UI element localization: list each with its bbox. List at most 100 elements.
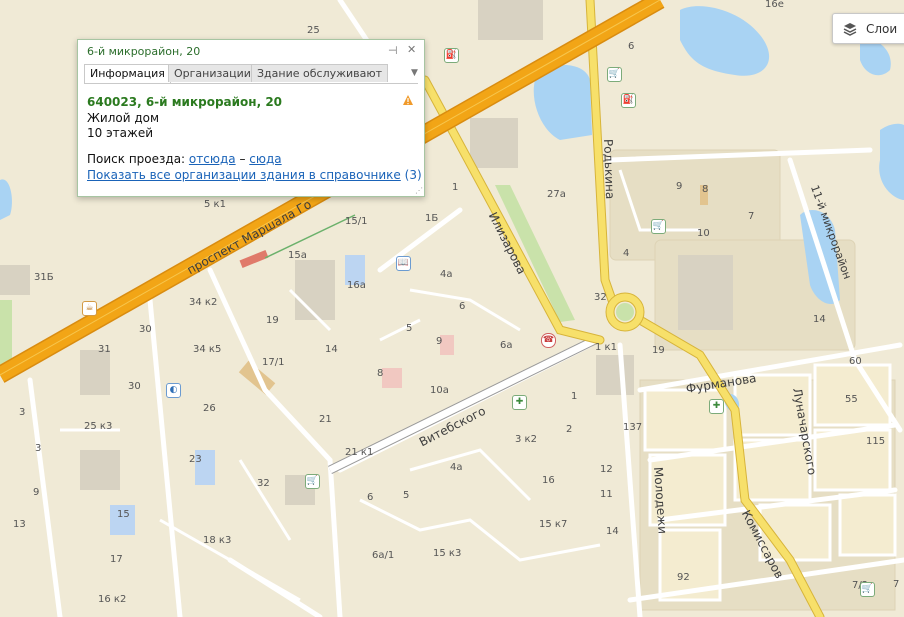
resize-grip-icon[interactable]: ⋰ bbox=[415, 186, 423, 195]
house-number[interactable]: 1 к1 bbox=[595, 343, 617, 353]
house-number[interactable]: 32 bbox=[594, 293, 607, 303]
close-icon[interactable]: ✕ bbox=[407, 43, 416, 56]
house-number[interactable]: 4а bbox=[440, 270, 453, 280]
house-number[interactable]: 14 bbox=[606, 527, 619, 537]
layers-button[interactable]: Слои bbox=[832, 13, 904, 44]
house-number[interactable]: 1 bbox=[571, 392, 577, 402]
shop-cart-icon[interactable]: 🛒 bbox=[305, 474, 320, 489]
cafe-icon[interactable]: ☕ bbox=[82, 301, 97, 316]
house-number[interactable]: 8 bbox=[377, 369, 383, 379]
pin-icon[interactable]: ⊣ bbox=[388, 44, 398, 57]
house-number[interactable]: 3 bbox=[19, 408, 25, 418]
route-to-link[interactable]: сюда bbox=[249, 152, 281, 166]
warning-icon[interactable] bbox=[403, 95, 413, 105]
house-number[interactable]: 6а/1 bbox=[372, 551, 394, 561]
layers-label: Слои bbox=[866, 22, 898, 36]
house-number[interactable]: 27а bbox=[547, 190, 566, 200]
house-number[interactable]: 30 bbox=[139, 325, 152, 335]
house-number[interactable]: 25 к3 bbox=[84, 422, 112, 432]
building-info-popup: 6-й микрорайон, 20 ⊣ ✕ Информация Органи… bbox=[77, 39, 425, 197]
house-number[interactable]: 3 к2 bbox=[515, 435, 537, 445]
house-number[interactable]: 16 bbox=[542, 476, 555, 486]
shop-cart-icon[interactable]: 🛒 bbox=[860, 582, 875, 597]
house-number[interactable]: 31 bbox=[98, 345, 111, 355]
house-number[interactable]: 115 bbox=[866, 437, 885, 447]
house-number[interactable]: 15/1 bbox=[345, 217, 367, 227]
route-from-link[interactable]: отсюда bbox=[189, 152, 236, 166]
house-number[interactable]: 3 bbox=[35, 444, 41, 454]
stroller-icon[interactable]: ◐ bbox=[166, 383, 181, 398]
house-number[interactable]: 6а bbox=[500, 341, 513, 351]
house-number[interactable]: 18 к3 bbox=[203, 536, 231, 546]
house-number[interactable]: 9 bbox=[33, 488, 39, 498]
shop-cart-icon[interactable]: 🛒 bbox=[651, 219, 666, 234]
house-number[interactable]: 5 к1 bbox=[204, 200, 226, 210]
house-number[interactable]: 15 к3 bbox=[433, 549, 461, 559]
house-number[interactable]: 5 bbox=[403, 491, 409, 501]
house-number[interactable]: 17 bbox=[110, 555, 123, 565]
house-number[interactable]: 30 bbox=[128, 382, 141, 392]
house-number[interactable]: 21 к1 bbox=[345, 448, 373, 458]
house-number[interactable]: 32 bbox=[257, 479, 270, 489]
house-number[interactable]: 6 bbox=[367, 493, 373, 503]
fuel-station-icon[interactable]: ⛽ bbox=[621, 93, 636, 108]
house-number[interactable]: 13 bbox=[13, 520, 26, 530]
route-dash: – bbox=[239, 152, 246, 166]
layers-icon bbox=[843, 23, 857, 36]
house-number[interactable]: 19 bbox=[652, 346, 665, 356]
house-number[interactable]: 7 bbox=[748, 212, 754, 222]
tab-divider bbox=[84, 83, 418, 84]
house-number[interactable]: 4а bbox=[450, 463, 463, 473]
house-number[interactable]: 16 к2 bbox=[98, 595, 126, 605]
house-number[interactable]: 9 bbox=[676, 182, 682, 192]
house-number[interactable]: 4 bbox=[623, 249, 629, 259]
house-number[interactable]: 60 bbox=[849, 357, 862, 367]
tab-building-services[interactable]: Здание обслуживают bbox=[251, 64, 389, 82]
house-number[interactable]: 7 bbox=[893, 580, 899, 590]
house-number[interactable]: 17/1 bbox=[262, 358, 284, 368]
house-number[interactable]: 25 bbox=[307, 26, 320, 36]
house-number[interactable]: 1 bbox=[452, 183, 458, 193]
house-number[interactable]: 5 bbox=[406, 324, 412, 334]
tab-organizations[interactable]: Организации bbox=[168, 64, 257, 82]
house-number[interactable]: 34 к2 bbox=[189, 298, 217, 308]
house-number[interactable]: 16а bbox=[347, 281, 366, 291]
house-number[interactable]: 14 bbox=[813, 315, 826, 325]
house-number[interactable]: 15 к7 bbox=[539, 520, 567, 530]
house-number[interactable]: 12 bbox=[600, 465, 613, 475]
house-number[interactable]: 34 к5 bbox=[193, 345, 221, 355]
house-number[interactable]: 9 bbox=[436, 337, 442, 347]
house-number[interactable]: 10 bbox=[697, 229, 710, 239]
house-number[interactable]: 16е bbox=[765, 0, 784, 10]
route-search: Поиск проезда: отсюда – сюда bbox=[87, 152, 282, 166]
house-number[interactable]: 8 bbox=[702, 185, 708, 195]
tabs-scroll-icon[interactable]: ▼ bbox=[411, 68, 418, 78]
house-number[interactable]: 14 bbox=[325, 345, 338, 355]
house-number[interactable]: 15а bbox=[288, 251, 307, 261]
house-number[interactable]: 11 bbox=[600, 490, 613, 500]
house-number[interactable]: 55 bbox=[845, 395, 858, 405]
house-number[interactable]: 26 bbox=[203, 404, 216, 414]
house-number[interactable]: 19 bbox=[266, 316, 279, 326]
house-number[interactable]: 137 bbox=[623, 423, 642, 433]
house-number[interactable]: 2 bbox=[566, 425, 572, 435]
pharmacy-icon[interactable]: ✚ bbox=[512, 395, 527, 410]
house-number[interactable]: 23 bbox=[189, 455, 202, 465]
house-number[interactable]: 92 bbox=[677, 573, 690, 583]
house-number[interactable]: 6 bbox=[459, 302, 465, 312]
house-number[interactable]: 6 bbox=[628, 42, 634, 52]
shop-cart-icon[interactable]: 🛒 bbox=[607, 67, 622, 82]
house-number[interactable]: 31Б bbox=[34, 273, 54, 283]
house-number[interactable]: 1Б bbox=[425, 214, 438, 224]
popup-title: 6-й микрорайон, 20 bbox=[87, 45, 201, 58]
tab-info[interactable]: Информация bbox=[84, 64, 171, 83]
street-label-rodkina: Родькина bbox=[601, 138, 618, 200]
bookstore-icon[interactable]: 📖 bbox=[396, 256, 411, 271]
house-number[interactable]: 10а bbox=[430, 386, 449, 396]
house-number[interactable]: 15 bbox=[117, 510, 130, 520]
fuel-station-icon[interactable]: ⛽ bbox=[444, 48, 459, 63]
show-all-organizations-link[interactable]: Показать все организации здания в справо… bbox=[87, 168, 401, 182]
house-number[interactable]: 21 bbox=[319, 415, 332, 425]
telephone-icon[interactable]: ☎ bbox=[541, 333, 556, 348]
pharmacy-icon[interactable]: ✚ bbox=[709, 399, 724, 414]
